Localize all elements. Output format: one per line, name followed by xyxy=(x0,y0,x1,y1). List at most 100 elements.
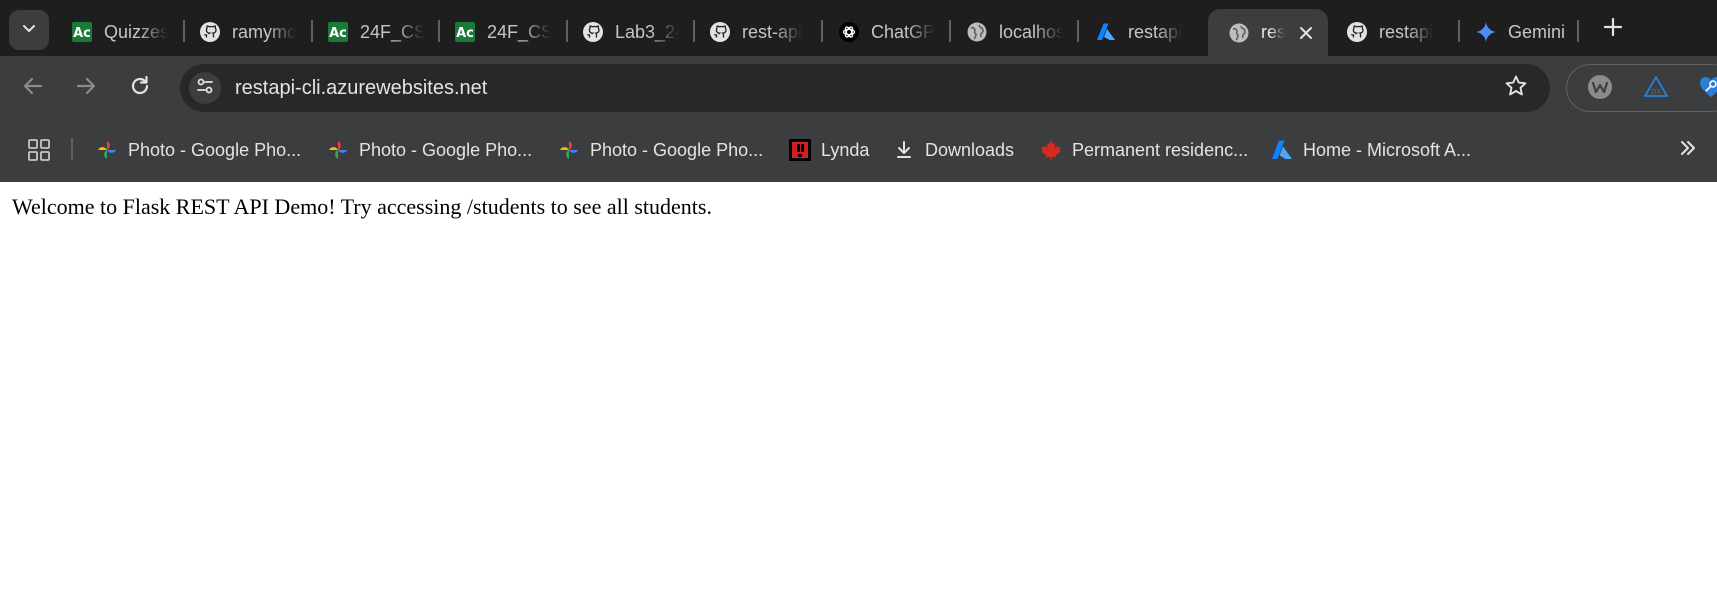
chevron-down-icon xyxy=(21,20,37,41)
github-icon xyxy=(583,22,603,42)
tab-divider xyxy=(1458,20,1460,42)
tab-title: restapi xyxy=(1261,22,1285,42)
github-icon xyxy=(200,22,220,42)
github-icon xyxy=(1347,22,1367,42)
globe-icon xyxy=(967,22,987,42)
tab-24f-cst-1[interactable]: Ac 24F_CST xyxy=(328,12,424,52)
close-icon[interactable] xyxy=(1297,24,1315,42)
new-tab-button[interactable] xyxy=(1598,14,1628,44)
tab-search-button[interactable] xyxy=(9,10,49,50)
bookmark-google-photos-1[interactable]: Photo - Google Pho... xyxy=(96,136,301,164)
maple-leaf-icon xyxy=(1040,139,1062,161)
svg-text:Ac: Ac xyxy=(329,26,347,41)
bookmark-label: Photo - Google Pho... xyxy=(359,139,533,160)
star-icon xyxy=(1504,74,1528,103)
bookmark-google-photos-3[interactable]: Photo - Google Pho... xyxy=(558,136,763,164)
tab-title: 24F_CST xyxy=(360,21,424,42)
tune-icon xyxy=(195,76,215,101)
tab-title: ramymo xyxy=(232,21,296,42)
tab-divider xyxy=(311,20,313,42)
bookmark-microsoft-azure[interactable]: Home - Microsoft A... xyxy=(1271,136,1471,164)
bookmarks-overflow-button[interactable] xyxy=(1676,138,1700,162)
tab-title: Gemini xyxy=(1508,21,1566,42)
bookmarks-divider xyxy=(71,138,73,160)
page-content: Welcome to Flask REST API Demo! Try acce… xyxy=(0,182,1717,600)
tab-24f-cst-2[interactable]: Ac 24F_CST xyxy=(455,12,551,52)
arrow-right-icon xyxy=(75,75,97,102)
welcome-message: Welcome to Flask REST API Demo! Try acce… xyxy=(12,194,712,219)
tab-divider xyxy=(821,20,823,42)
bookmark-label: Lynda xyxy=(821,139,870,160)
download-icon xyxy=(893,139,915,161)
tab-divider xyxy=(566,20,568,42)
google-photos-icon xyxy=(558,139,580,161)
address-bar[interactable]: restapi-cli.azurewebsites.net xyxy=(180,64,1550,112)
tab-ramymo[interactable]: ramymo xyxy=(200,12,296,52)
browser-toolbar: restapi-cli.azurewebsites.net DX xyxy=(0,56,1717,118)
bookmark-label: Home - Microsoft A... xyxy=(1303,139,1472,160)
tab-divider xyxy=(1577,20,1579,42)
tab-title: ChatGPT xyxy=(871,21,935,42)
tab-restapi-github[interactable]: restapi xyxy=(1347,12,1443,52)
extension-key-button[interactable] xyxy=(1698,76,1717,102)
bookmarks-bar: Photo - Google Pho... Photo - Google Pho… xyxy=(0,118,1717,182)
azure-icon xyxy=(1096,22,1116,42)
back-button[interactable] xyxy=(17,72,49,104)
url-text[interactable]: restapi-cli.azurewebsites.net xyxy=(235,77,487,100)
bookmark-downloads[interactable]: Downloads xyxy=(893,136,1014,164)
tab-localhost[interactable]: localhost xyxy=(967,12,1063,52)
arrow-left-icon xyxy=(22,75,44,102)
tab-title: 24F_CST xyxy=(487,21,551,42)
tab-restapi-azure[interactable]: restapi xyxy=(1096,12,1186,52)
site-info-button[interactable] xyxy=(189,72,221,104)
tab-title: restapi xyxy=(1128,21,1183,42)
tab-title: localhost xyxy=(999,21,1063,42)
tab-divider xyxy=(438,20,440,42)
reload-icon xyxy=(129,75,151,102)
plus-icon xyxy=(1603,17,1623,42)
google-photos-icon xyxy=(96,139,118,161)
tab-title: Quizzes xyxy=(104,21,168,42)
bookmark-label: Downloads xyxy=(925,139,1015,160)
algonquin-icon: Ac xyxy=(72,22,92,42)
extension-w-button[interactable] xyxy=(1587,74,1613,105)
bookmark-label: Photo - Google Pho... xyxy=(128,139,302,160)
reload-button[interactable] xyxy=(124,72,156,104)
algonquin-icon: Ac xyxy=(328,22,348,42)
tab-quizzes[interactable]: Ac Quizzes xyxy=(72,12,168,52)
bookmark-permanent-residence[interactable]: Permanent residenc... xyxy=(1040,136,1248,164)
tab-rest-api[interactable]: rest-api xyxy=(710,12,806,52)
wordtune-icon xyxy=(1587,74,1613,105)
tab-strip: Ac Quizzes ramymo Ac 24F_CST Ac 24F_CST … xyxy=(0,0,1717,56)
lynda-icon xyxy=(789,139,811,161)
forward-button[interactable] xyxy=(70,72,102,104)
bookmark-star-button[interactable] xyxy=(1504,74,1528,103)
tab-chatgpt[interactable]: ChatGPT xyxy=(839,12,935,52)
tab-divider xyxy=(949,20,951,42)
tab-divider xyxy=(693,20,695,42)
bookmark-google-photos-2[interactable]: Photo - Google Pho... xyxy=(327,136,532,164)
gemini-icon xyxy=(1476,22,1496,42)
chevron-double-right-icon xyxy=(1677,137,1699,164)
tab-title: rest-api xyxy=(742,21,803,42)
globe-icon xyxy=(1229,23,1249,43)
tab-gemini[interactable]: Gemini xyxy=(1476,12,1586,52)
extensions-group: DX xyxy=(1566,64,1717,112)
tab-lab3[interactable]: Lab3_24 xyxy=(583,12,679,52)
azure-icon xyxy=(1271,139,1293,161)
svg-text:DX: DX xyxy=(1651,88,1661,96)
extension-delta-button[interactable]: DX xyxy=(1643,75,1669,102)
google-photos-icon xyxy=(327,139,349,161)
chatgpt-icon xyxy=(839,22,859,42)
tab-title: restapi xyxy=(1379,21,1434,42)
algonquin-icon: Ac xyxy=(455,22,475,42)
tab-divider xyxy=(1077,20,1079,42)
apps-grid-icon[interactable] xyxy=(27,138,51,162)
github-icon xyxy=(710,22,730,42)
tab-restapi-active[interactable]: restapi xyxy=(1208,9,1328,56)
bookmark-label: Permanent residenc... xyxy=(1072,139,1249,160)
bookmark-lynda[interactable]: Lynda xyxy=(789,136,869,164)
heart-key-icon xyxy=(1698,74,1717,105)
tab-divider xyxy=(183,20,185,42)
bookmark-label: Photo - Google Pho... xyxy=(590,139,764,160)
